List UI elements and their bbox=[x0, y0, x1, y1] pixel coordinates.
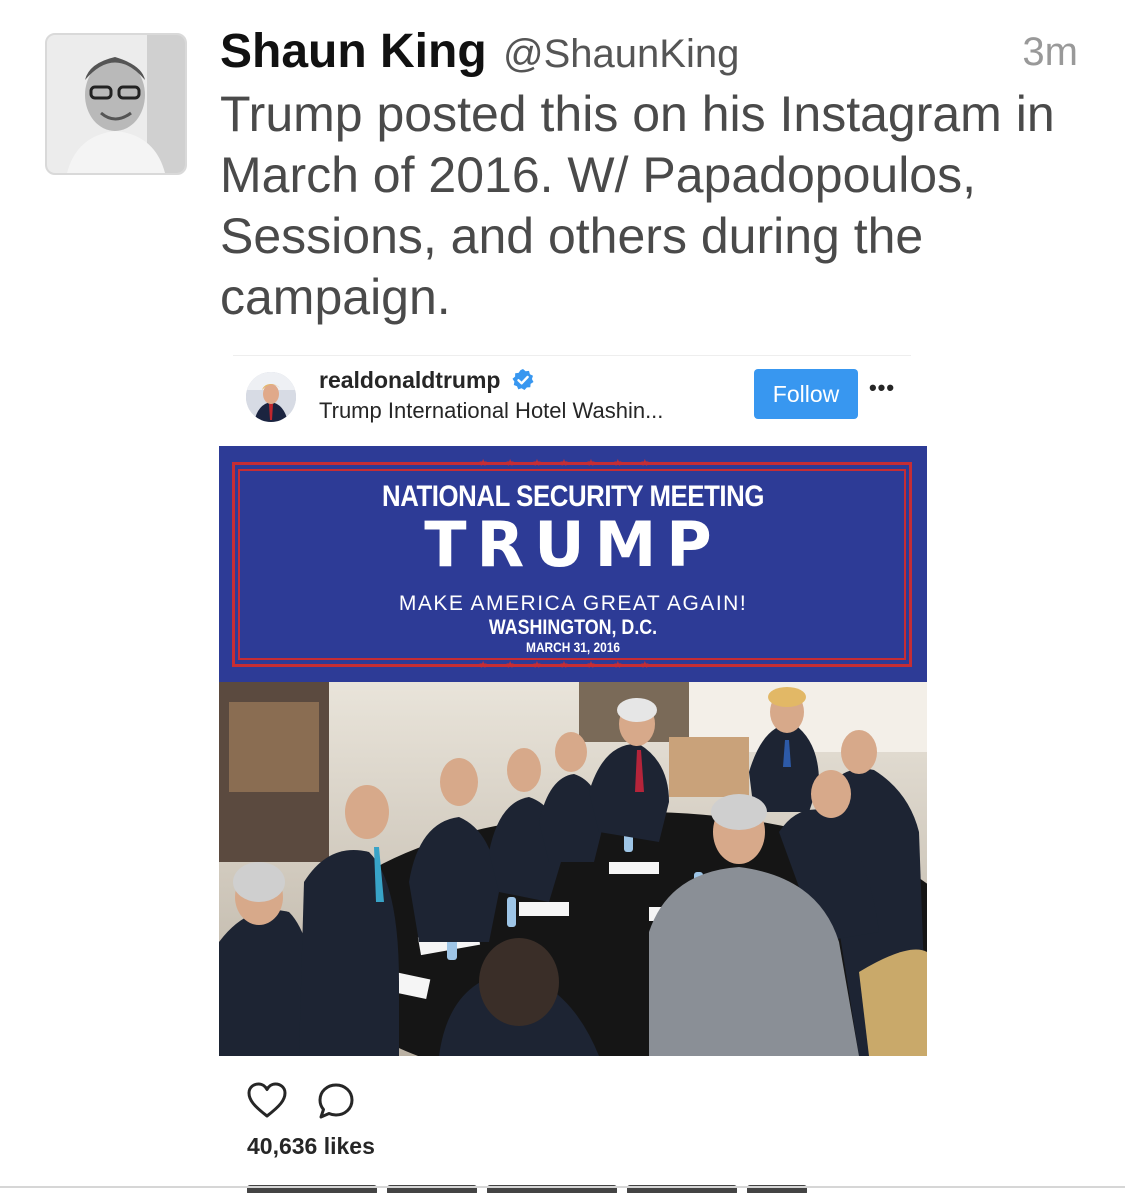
instagram-avatar[interactable] bbox=[246, 372, 296, 422]
author-photo bbox=[47, 35, 185, 173]
tweet-text: Trump posted this on his Instagram in Ma… bbox=[220, 86, 1055, 325]
banner-stars-top: ★★★★★★★ bbox=[478, 458, 668, 469]
tweet-divider bbox=[0, 1186, 1125, 1188]
tweet-card[interactable]: Shaun King @ShaunKing 3m Trump posted th… bbox=[0, 0, 1125, 1193]
author-handle[interactable]: @ShaunKing bbox=[503, 32, 739, 77]
post-image: ★★★★★★★ ★★★★★★★ NATIONAL SECURITY MEETIN… bbox=[219, 446, 927, 1056]
banner-slogan: MAKE AMERICA GREAT AGAIN! bbox=[398, 592, 748, 615]
more-options-icon[interactable]: ••• bbox=[867, 377, 897, 407]
verified-badge-icon bbox=[512, 369, 534, 390]
author-avatar[interactable] bbox=[45, 33, 187, 175]
author-name[interactable]: Shaun King bbox=[220, 24, 487, 79]
instagram-username[interactable]: realdonaldtrump bbox=[319, 367, 500, 394]
tweet-timestamp: 3m bbox=[1022, 30, 1078, 74]
post-divider bbox=[233, 355, 911, 356]
banner-location: WASHINGTON, D.C. bbox=[488, 616, 658, 639]
speech-bubble-icon[interactable] bbox=[316, 1081, 356, 1121]
caption-cutoff bbox=[247, 1175, 847, 1193]
campaign-banner: ★★★★★★★ ★★★★★★★ NATIONAL SECURITY MEETIN… bbox=[219, 446, 927, 682]
meeting-photo bbox=[219, 682, 927, 1056]
follow-button[interactable]: Follow bbox=[754, 369, 858, 419]
banner-title: TRUMP bbox=[424, 508, 722, 581]
instagram-location[interactable]: Trump International Hotel Washin... bbox=[319, 398, 663, 424]
banner-stars-bottom: ★★★★★★★ bbox=[478, 660, 668, 671]
instagram-avatar-photo bbox=[246, 372, 296, 422]
heart-icon[interactable] bbox=[246, 1081, 288, 1119]
banner-date: MARCH 31, 2016 bbox=[526, 639, 620, 655]
embedded-instagram-post[interactable]: realdonaldtrump Trump International Hote… bbox=[219, 355, 927, 1193]
likes-count[interactable]: 40,636 likes bbox=[247, 1133, 375, 1160]
